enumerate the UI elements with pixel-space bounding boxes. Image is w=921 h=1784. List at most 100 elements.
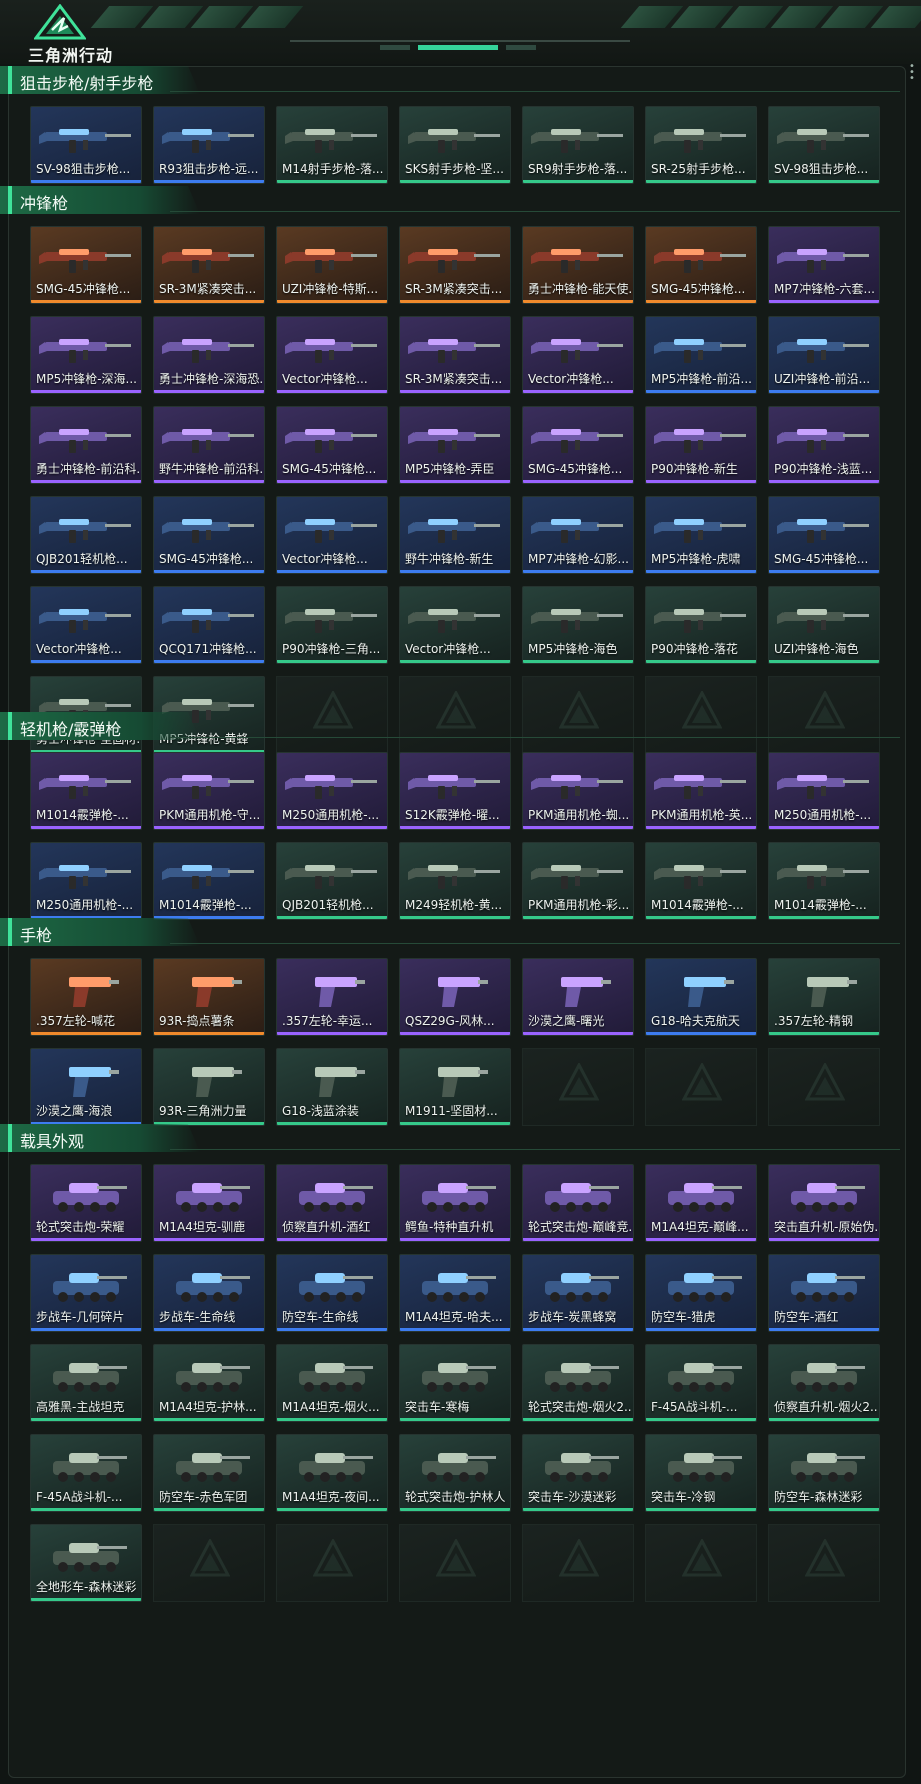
skin-card[interactable]: SKS射手步枪-坚... xyxy=(399,106,511,184)
skin-card[interactable]: 侦察直升机-酒红 xyxy=(276,1164,388,1242)
skin-card[interactable]: P90冲锋枪-新生 xyxy=(645,406,757,484)
skin-card[interactable]: MP7冲锋枪-幻影... xyxy=(522,496,634,574)
skin-card[interactable]: QJB201轻机枪... xyxy=(30,496,142,574)
skin-card[interactable]: .357左轮-喊花 xyxy=(30,958,142,1036)
skin-card[interactable]: M1014霰弹枪-... xyxy=(768,842,880,920)
skin-card[interactable]: Vector冲锋枪... xyxy=(399,586,511,664)
skin-card[interactable]: M1A4坦克-烟火... xyxy=(276,1344,388,1422)
skin-card[interactable]: 防空车-酒红 xyxy=(768,1254,880,1332)
skin-card[interactable]: SR-3M紧凑突击... xyxy=(153,226,265,304)
skin-card[interactable]: MP5冲锋枪-弄臣 xyxy=(399,406,511,484)
skin-card[interactable]: SMG-45冲锋枪... xyxy=(768,496,880,574)
skin-card[interactable]: M250通用机枪-... xyxy=(276,752,388,830)
skin-card[interactable]: 侦察直升机-烟火2... xyxy=(768,1344,880,1422)
skin-card[interactable]: G18-哈夫克航天 xyxy=(645,958,757,1036)
skin-card[interactable]: 步战车-几何碎片 xyxy=(30,1254,142,1332)
skin-card[interactable]: P90冲锋枪-三角... xyxy=(276,586,388,664)
skin-card[interactable]: 轮式突击炮-巅峰竞... xyxy=(522,1164,634,1242)
skin-card[interactable]: S12K霰弹枪-曜... xyxy=(399,752,511,830)
skin-card[interactable]: 轮式突击炮-荣耀 xyxy=(30,1164,142,1242)
skin-card[interactable]: .357左轮-幸运... xyxy=(276,958,388,1036)
skin-card[interactable]: M1014霰弹枪-... xyxy=(645,842,757,920)
skin-card[interactable]: M250通用机枪-... xyxy=(30,842,142,920)
skin-card[interactable]: SMG-45冲锋枪... xyxy=(645,226,757,304)
skin-card[interactable]: QJB201轻机枪... xyxy=(276,842,388,920)
skin-card[interactable]: UZI冲锋枪-海色 xyxy=(768,586,880,664)
skin-card[interactable]: Vector冲锋枪... xyxy=(276,316,388,394)
skin-card[interactable]: MP5冲锋枪-虎啸 xyxy=(645,496,757,574)
skin-card[interactable]: M250通用机枪-... xyxy=(768,752,880,830)
skin-card[interactable]: SR-25射手步枪... xyxy=(645,106,757,184)
skin-card[interactable]: SMG-45冲锋枪... xyxy=(30,226,142,304)
skin-card[interactable]: M1A4坦克-夜间... xyxy=(276,1434,388,1512)
skin-card[interactable]: P90冲锋枪-落花 xyxy=(645,586,757,664)
skin-card[interactable]: 防空车-猎虎 xyxy=(645,1254,757,1332)
skin-card[interactable]: SMG-45冲锋枪... xyxy=(276,406,388,484)
skin-card[interactable]: M249轻机枪-黄... xyxy=(399,842,511,920)
skin-card[interactable]: UZI冲锋枪-特斯... xyxy=(276,226,388,304)
skin-card[interactable]: 突击车-寒梅 xyxy=(399,1344,511,1422)
skin-card[interactable]: 防空车-森林迷彩 xyxy=(768,1434,880,1512)
skin-card[interactable]: 步战车-生命线 xyxy=(153,1254,265,1332)
skin-card[interactable]: SMG-45冲锋枪... xyxy=(522,406,634,484)
skin-card[interactable]: 沙漠之鹰-曙光 xyxy=(522,958,634,1036)
skin-card[interactable]: M1014霰弹枪-... xyxy=(153,842,265,920)
skin-card[interactable]: SV-98狙击步枪... xyxy=(768,106,880,184)
skin-card[interactable]: 鳄鱼-特种直升机 xyxy=(399,1164,511,1242)
skin-card[interactable]: MP5冲锋枪-海色 xyxy=(522,586,634,664)
skin-card[interactable]: QCQ171冲锋枪... xyxy=(153,586,265,664)
skin-card[interactable]: PKM通用机枪-守... xyxy=(153,752,265,830)
skin-card[interactable]: PKM通用机枪-英... xyxy=(645,752,757,830)
skin-card[interactable]: 突击直升机-原始伪... xyxy=(768,1164,880,1242)
skin-card[interactable]: 高雅黑-主战坦克 xyxy=(30,1344,142,1422)
skin-card[interactable]: Vector冲锋枪... xyxy=(276,496,388,574)
skin-card[interactable]: PKM通用机枪-彩... xyxy=(522,842,634,920)
section-header: 手枪 xyxy=(0,918,921,946)
skin-card[interactable]: SR9射手步枪-落... xyxy=(522,106,634,184)
skin-name: M250通用机枪-... xyxy=(36,898,134,912)
skin-card[interactable]: M1A4坦克-护林... xyxy=(153,1344,265,1422)
skin-card[interactable]: 步战车-炭黑蜂窝 xyxy=(522,1254,634,1332)
skin-card[interactable]: F-45A战斗机-... xyxy=(645,1344,757,1422)
skin-card[interactable]: M1911-坚固材... xyxy=(399,1048,511,1126)
skin-card[interactable]: MP7冲锋枪-六套... xyxy=(768,226,880,304)
skin-card[interactable]: M1A4坦克-驯鹿 xyxy=(153,1164,265,1242)
skin-card[interactable]: SMG-45冲锋枪... xyxy=(153,496,265,574)
skin-card[interactable]: 突击车-沙漠迷彩 xyxy=(522,1434,634,1512)
brand-title: 三角洲行动 xyxy=(28,46,114,65)
skin-card[interactable]: 93R-三角洲力量 xyxy=(153,1048,265,1126)
skin-card[interactable]: 防空车-赤色军团 xyxy=(153,1434,265,1512)
skin-card[interactable]: 勇士冲锋枪-深海恐... xyxy=(153,316,265,394)
skin-card[interactable]: Vector冲锋枪... xyxy=(30,586,142,664)
skin-card[interactable]: MP5冲锋枪-前沿... xyxy=(645,316,757,394)
skin-card[interactable]: R93狙击步枪-远... xyxy=(153,106,265,184)
skin-card[interactable]: P90冲锋枪-浅蓝... xyxy=(768,406,880,484)
skin-name: QJB201轻机枪... xyxy=(36,552,128,566)
skin-card[interactable]: 93R-捣点薯条 xyxy=(153,958,265,1036)
skin-card[interactable]: 沙漠之鹰-海浪 xyxy=(30,1048,142,1126)
skin-card[interactable]: G18-浅蓝涂装 xyxy=(276,1048,388,1126)
skin-card[interactable]: 轮式突击炮-烟火2... xyxy=(522,1344,634,1422)
skin-card[interactable]: F-45A战斗机-... xyxy=(30,1434,142,1512)
skin-card[interactable]: 全地形车-森林迷彩 xyxy=(30,1524,142,1602)
skin-card[interactable]: 防空车-生命线 xyxy=(276,1254,388,1332)
skin-card[interactable]: 野牛冲锋枪-新生 xyxy=(399,496,511,574)
skin-card[interactable]: M14射手步枪-落... xyxy=(276,106,388,184)
skin-card[interactable]: SV-98狙击步枪... xyxy=(30,106,142,184)
skin-card[interactable]: QSZ29G-风林... xyxy=(399,958,511,1036)
skin-card[interactable]: 野牛冲锋枪-前沿科... xyxy=(153,406,265,484)
skin-card[interactable]: UZI冲锋枪-前沿... xyxy=(768,316,880,394)
skin-card[interactable]: 勇士冲锋枪-能天使... xyxy=(522,226,634,304)
skin-card[interactable]: Vector冲锋枪... xyxy=(522,316,634,394)
skin-card[interactable]: 勇士冲锋枪-前沿科... xyxy=(30,406,142,484)
skin-card[interactable]: 突击车-冷钢 xyxy=(645,1434,757,1512)
skin-card[interactable]: M1A4坦克-哈夫... xyxy=(399,1254,511,1332)
skin-card[interactable]: M1A4坦克-巅峰... xyxy=(645,1164,757,1242)
skin-card[interactable]: SR-3M紧凑突击... xyxy=(399,226,511,304)
skin-card[interactable]: SR-3M紧凑突击... xyxy=(399,316,511,394)
skin-card[interactable]: 轮式突击炮-护林人 xyxy=(399,1434,511,1512)
skin-card[interactable]: .357左轮-精钢 xyxy=(768,958,880,1036)
skin-card[interactable]: MP5冲锋枪-深海... xyxy=(30,316,142,394)
skin-card[interactable]: M1014霰弹枪-... xyxy=(30,752,142,830)
skin-card[interactable]: PKM通用机枪-蜘... xyxy=(522,752,634,830)
